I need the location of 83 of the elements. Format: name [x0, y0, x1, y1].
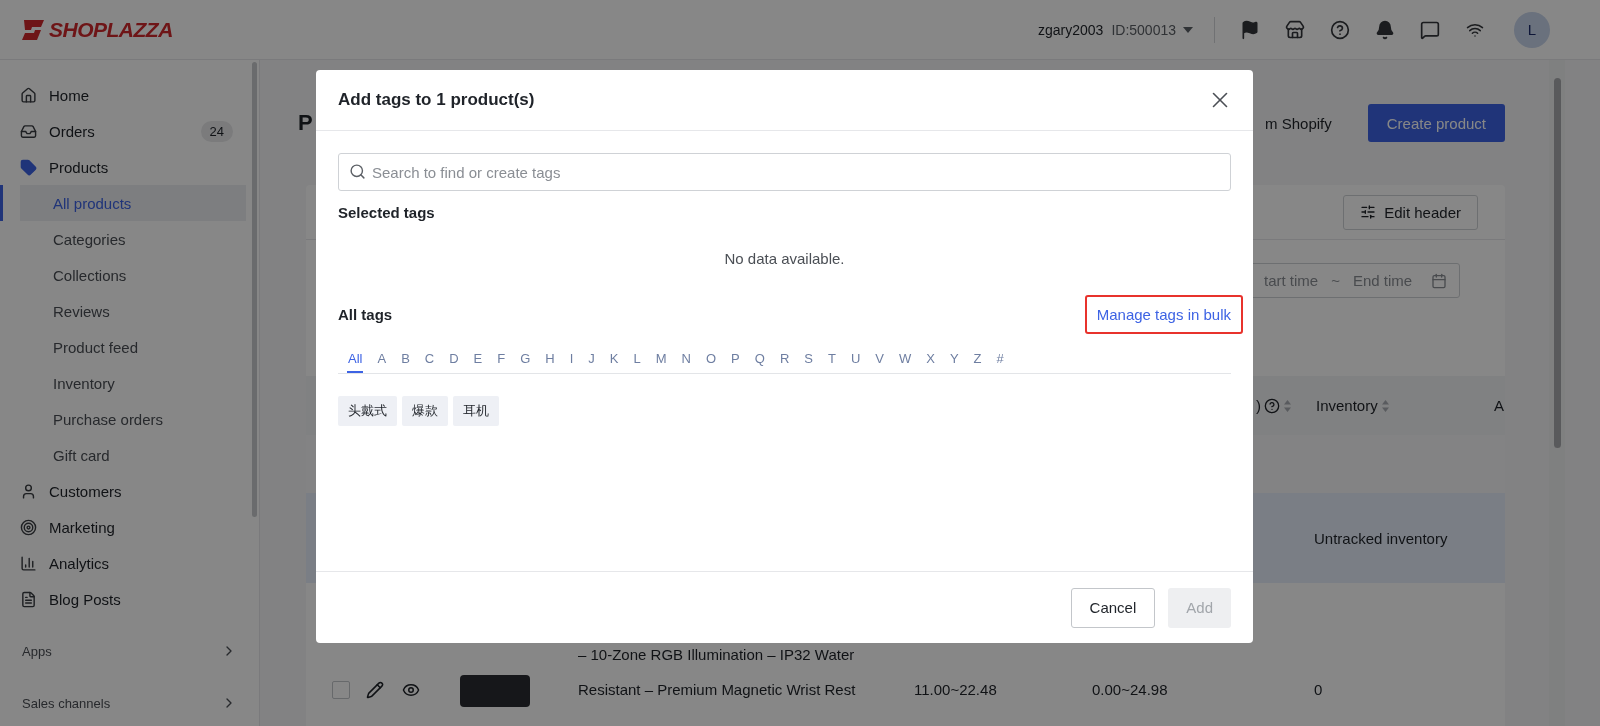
calendar-icon: [1431, 272, 1447, 289]
nav-item[interactable]: Blog Posts: [0, 581, 259, 617]
section-header[interactable]: Apps: [0, 633, 259, 669]
letter-tab[interactable]: Z: [972, 351, 983, 373]
nav-subitem[interactable]: Product feed: [0, 329, 246, 365]
product-title: – 10-Zone RGB Illumination – IP32 Water: [578, 645, 856, 665]
letter-tab[interactable]: C: [423, 351, 436, 373]
letter-tab[interactable]: M: [654, 351, 668, 373]
letter-tab[interactable]: B: [400, 351, 411, 373]
nav-subitem[interactable]: Collections: [0, 257, 246, 293]
letter-tab[interactable]: S: [803, 351, 814, 373]
account-name[interactable]: zgary2003: [1038, 21, 1104, 38]
nav-item[interactable]: Analytics: [0, 545, 259, 581]
letter-tab[interactable]: K: [608, 351, 620, 373]
photo-placeholder: [460, 675, 530, 707]
logo-icon: [20, 17, 46, 42]
manage-tags-link[interactable]: Manage tags in bulk: [1096, 305, 1231, 323]
letter-tab[interactable]: R: [778, 351, 791, 373]
eye-icon[interactable]: [402, 681, 420, 699]
tag-chip[interactable]: 耳机: [453, 396, 499, 426]
count-badge: 24: [200, 120, 233, 142]
table-cell: 0: [1314, 681, 1323, 698]
letter-tab[interactable]: U: [849, 351, 862, 373]
table-cell: 0.00~24.98: [1092, 681, 1168, 698]
section-heading: All tags: [338, 305, 393, 323]
letter-tab[interactable]: O: [705, 351, 718, 373]
letter-tab[interactable]: T: [826, 351, 837, 373]
letter-tab[interactable]: Y: [948, 351, 960, 373]
columns-icon: [1360, 204, 1377, 220]
scrollbar-thumb[interactable]: [1553, 78, 1561, 448]
letter-tab[interactable]: #: [995, 351, 1005, 373]
letter-tab[interactable]: I: [568, 351, 575, 373]
tag-chip[interactable]: 爆款: [402, 396, 448, 426]
bell-icon[interactable]: [1374, 19, 1395, 40]
account-id: ID:500013: [1111, 21, 1176, 38]
letter-tab[interactable]: A: [376, 351, 388, 373]
nav-subitem[interactable]: Purchase orders: [0, 401, 246, 437]
letter-tab[interactable]: E: [472, 351, 484, 373]
page-title: P: [298, 110, 314, 136]
scrollbar[interactable]: [252, 62, 257, 517]
column-header[interactable]: ): [1256, 397, 1261, 414]
letter-tab[interactable]: H: [544, 351, 556, 373]
checkbox[interactable]: [332, 681, 350, 699]
create-product-button[interactable]: Create product: [1367, 104, 1505, 142]
letter-tab[interactable]: D: [448, 351, 460, 373]
dialog-title: Add tags to 1 product(s): [338, 90, 535, 110]
product-title: Resistant – Premium Magnetic Wrist Rest: [578, 680, 857, 700]
import-link[interactable]: m Shopify: [1265, 114, 1332, 132]
letter-tab[interactable]: P: [730, 351, 741, 373]
table-cell: Untracked inventory: [1314, 530, 1448, 547]
nav-subitem[interactable]: Reviews: [0, 293, 246, 329]
nav-subitem[interactable]: Categories: [0, 221, 246, 257]
logo: SHOPLAZZA: [49, 17, 173, 42]
column-header[interactable]: Inventory: [1316, 397, 1378, 414]
avatar[interactable]: L: [1514, 11, 1550, 48]
edit-header-button[interactable]: Edit header: [1343, 194, 1478, 230]
search-field[interactable]: Search to find or create tags: [338, 153, 1231, 191]
letter-tab[interactable]: J: [587, 351, 596, 373]
message-icon[interactable]: [1419, 19, 1440, 40]
letter-tab[interactable]: N: [680, 351, 692, 373]
column-header[interactable]: A: [1494, 397, 1504, 414]
letter-tab[interactable]: X: [925, 351, 936, 373]
caret-icon[interactable]: [1182, 25, 1194, 34]
letter-tab[interactable]: F: [496, 351, 507, 373]
table-cell: 11.00~22.48: [914, 681, 997, 698]
letter-tab[interactable]: All: [347, 351, 364, 373]
letter-tab[interactable]: V: [874, 351, 885, 373]
letter-tab[interactable]: W: [898, 351, 913, 373]
letter-tab[interactable]: L: [632, 351, 642, 373]
tag-chip[interactable]: 头戴式: [338, 396, 397, 426]
section-heading: Selected tags: [338, 203, 436, 223]
nav-subitem[interactable]: Gift card: [0, 437, 246, 473]
help-icon[interactable]: [1329, 19, 1350, 40]
nav-subitem[interactable]: Inventory: [0, 365, 246, 401]
letter-tab[interactable]: G: [519, 351, 532, 373]
empty-message: No data available.: [723, 248, 846, 269]
search-icon: [349, 163, 366, 180]
letter-tab[interactable]: Q: [753, 351, 766, 373]
help-icon[interactable]: [1264, 397, 1280, 414]
section-header[interactable]: Sales channels: [0, 685, 259, 721]
cancel-button[interactable]: Cancel: [1070, 587, 1156, 628]
store-icon[interactable]: [1284, 19, 1305, 40]
pencil-icon[interactable]: [366, 681, 384, 699]
